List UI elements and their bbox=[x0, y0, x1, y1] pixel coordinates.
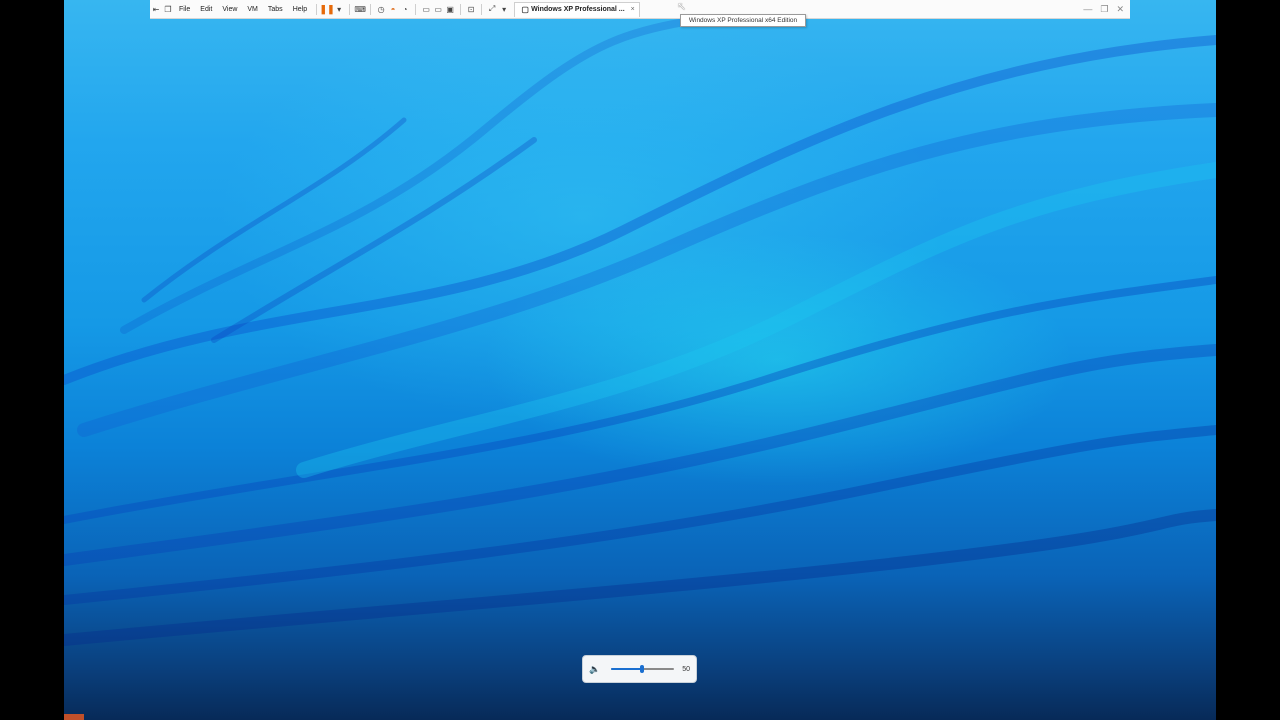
show-console-icon[interactable]: ▭ bbox=[420, 3, 432, 15]
restore-icon[interactable]: ❐ bbox=[1100, 4, 1108, 15]
toolbar-divider bbox=[460, 3, 462, 15]
toolbar-divider bbox=[481, 3, 483, 15]
snapshot-icon[interactable]: ◷ bbox=[375, 3, 387, 15]
unity-icon[interactable]: ▣ bbox=[444, 3, 456, 15]
mouse-cursor-icon: ↖ bbox=[677, 1, 687, 13]
volume-slider-thumb[interactable] bbox=[640, 665, 645, 673]
window-controls: — ❐ ✕ bbox=[1083, 4, 1130, 15]
host-taskbar-edge bbox=[64, 714, 84, 720]
volume-flyout: 🔈 50 bbox=[582, 655, 697, 683]
menu-tabs[interactable]: Tabs bbox=[263, 6, 288, 13]
chevron-down-icon[interactable]: ▾ bbox=[333, 3, 345, 15]
close-window-icon[interactable]: ✕ bbox=[1116, 4, 1124, 15]
menu-vm[interactable]: VM bbox=[242, 6, 263, 13]
close-icon[interactable]: × bbox=[631, 6, 635, 13]
chevron-down-icon[interactable]: ▾ bbox=[498, 3, 510, 15]
wallpaper-waves bbox=[64, 6, 1216, 646]
thumbnail-icon[interactable]: ▭ bbox=[432, 3, 444, 15]
tab-title: Windows XP Professional ... bbox=[531, 6, 625, 13]
send-ctrl-alt-del-icon[interactable]: ⌨ bbox=[354, 3, 366, 15]
toolbar-divider bbox=[370, 3, 372, 15]
tab-tooltip: Windows XP Professional x64 Edition bbox=[680, 14, 806, 27]
snapshot-manager-icon[interactable]: ◔ bbox=[399, 3, 411, 15]
menu-file[interactable]: File bbox=[174, 6, 195, 13]
menu-help[interactable]: Help bbox=[288, 6, 312, 13]
vm-desktop[interactable] bbox=[64, 0, 1216, 720]
menu-view[interactable]: View bbox=[217, 6, 242, 13]
tab-windows-xp[interactable]: ▢ Windows XP Professional ... × bbox=[514, 1, 640, 17]
volume-value: 50 bbox=[682, 665, 690, 673]
speaker-icon[interactable]: 🔈 bbox=[589, 664, 603, 675]
sidebar-toggle-icon[interactable]: ⇤ bbox=[150, 3, 162, 15]
fullscreen-icon[interactable]: ⤢ bbox=[486, 3, 498, 15]
vmware-toolbar: ⇤ ❐ File Edit View VM Tabs Help ❚❚ ▾ ⌨ ◷… bbox=[150, 0, 1130, 19]
pause-icon[interactable]: ❚❚ bbox=[320, 3, 335, 15]
minimize-icon[interactable]: — bbox=[1083, 4, 1092, 14]
toolbar-divider bbox=[415, 3, 417, 15]
revert-snapshot-icon[interactable]: ◓ bbox=[387, 3, 399, 15]
vm-tab-icon: ▢ bbox=[521, 5, 529, 14]
toolbar-divider bbox=[316, 3, 318, 15]
toolbar-divider bbox=[349, 3, 351, 15]
library-icon[interactable]: ❐ bbox=[162, 3, 174, 15]
volume-slider-fill bbox=[610, 668, 643, 670]
menu-edit[interactable]: Edit bbox=[195, 6, 217, 13]
console-view-icon[interactable]: ⊡ bbox=[465, 3, 477, 15]
volume-slider[interactable] bbox=[610, 665, 675, 673]
